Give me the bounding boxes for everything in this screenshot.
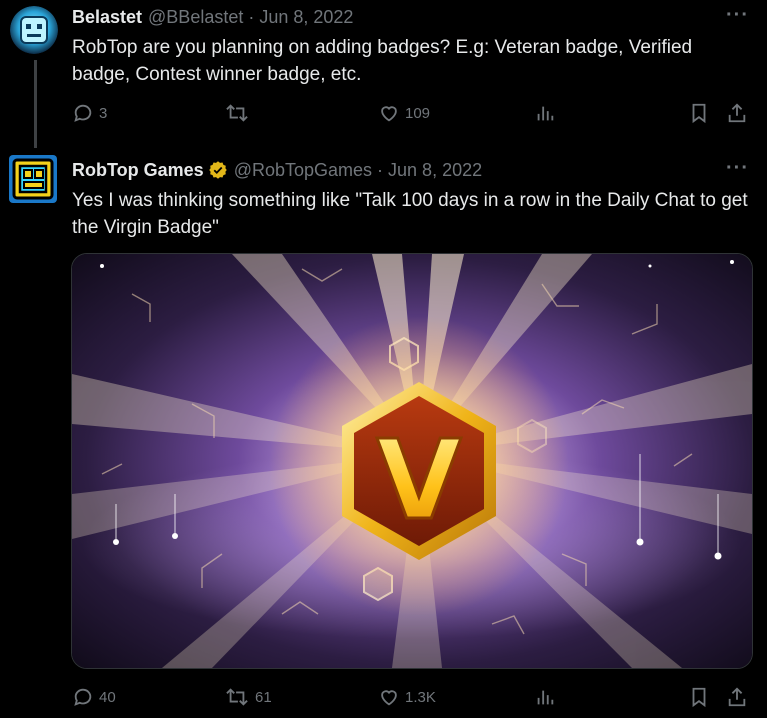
retweet-count: 61 (255, 688, 272, 706)
badge-letter: V (376, 416, 461, 544)
tweet-actions: 3 109 (72, 102, 752, 128)
like-button[interactable]: 1.3K (378, 686, 436, 708)
timestamp[interactable]: Jun 8, 2022 (259, 6, 353, 28)
views-button[interactable] (534, 102, 556, 124)
tweet-belastet[interactable]: Belastet @BBelastet · Jun 8, 2022 ··· Ro… (0, 0, 767, 150)
bookmark-button[interactable] (688, 686, 710, 708)
timestamp[interactable]: Jun 8, 2022 (388, 159, 482, 181)
views-icon (537, 690, 554, 705)
tweet-text: RobTop are you planning on adding badges… (72, 37, 693, 85)
views-button[interactable] (534, 686, 556, 708)
tweet-media-image[interactable]: V (71, 253, 753, 669)
thread-connector (34, 60, 37, 148)
reply-count: 3 (99, 104, 108, 122)
separator: · (248, 7, 255, 27)
bookmark-icon (692, 687, 706, 708)
display-name[interactable]: RobTop Games (72, 159, 204, 181)
share-icon (728, 103, 746, 123)
reply-icon (74, 104, 92, 122)
more-icon[interactable]: ··· (726, 157, 749, 180)
user-handle[interactable]: @BBelastet (148, 6, 243, 28)
like-count: 109 (405, 104, 431, 122)
retweet-button[interactable]: 61 (224, 686, 272, 708)
retweet-button[interactable] (224, 102, 255, 124)
more-icon[interactable]: ··· (726, 4, 749, 27)
reply-button[interactable]: 3 (72, 102, 107, 124)
reply-button[interactable]: 40 (72, 686, 116, 708)
tweet-header: RobTop Games @RobTopGames · Jun 8, 2022 (72, 159, 482, 181)
verified-icon (208, 161, 227, 179)
like-count: 1.3K (405, 688, 436, 706)
share-icon (728, 687, 746, 707)
reply-icon (74, 688, 92, 706)
reply-count: 40 (99, 688, 116, 706)
share-button[interactable] (726, 686, 748, 708)
display-name[interactable]: Belastet (72, 6, 142, 28)
tweet-actions: 40 61 1.3K (72, 686, 752, 712)
retweet-icon (226, 688, 248, 706)
views-icon (537, 106, 554, 121)
share-button[interactable] (726, 102, 748, 124)
bookmark-icon (692, 103, 706, 124)
like-button[interactable]: 109 (378, 102, 430, 124)
avatar-robtop[interactable] (9, 155, 57, 203)
tweet-header: Belastet @BBelastet · Jun 8, 2022 (72, 6, 353, 28)
bookmark-button[interactable] (688, 102, 710, 124)
like-icon (381, 106, 397, 122)
user-handle[interactable]: @RobTopGames (234, 159, 372, 181)
tweet-text: Yes I was thinking something like "Talk … (72, 190, 748, 238)
like-icon (381, 690, 397, 706)
retweet-icon (226, 104, 248, 122)
avatar-belastet[interactable] (10, 6, 58, 54)
separator: · (377, 160, 384, 180)
